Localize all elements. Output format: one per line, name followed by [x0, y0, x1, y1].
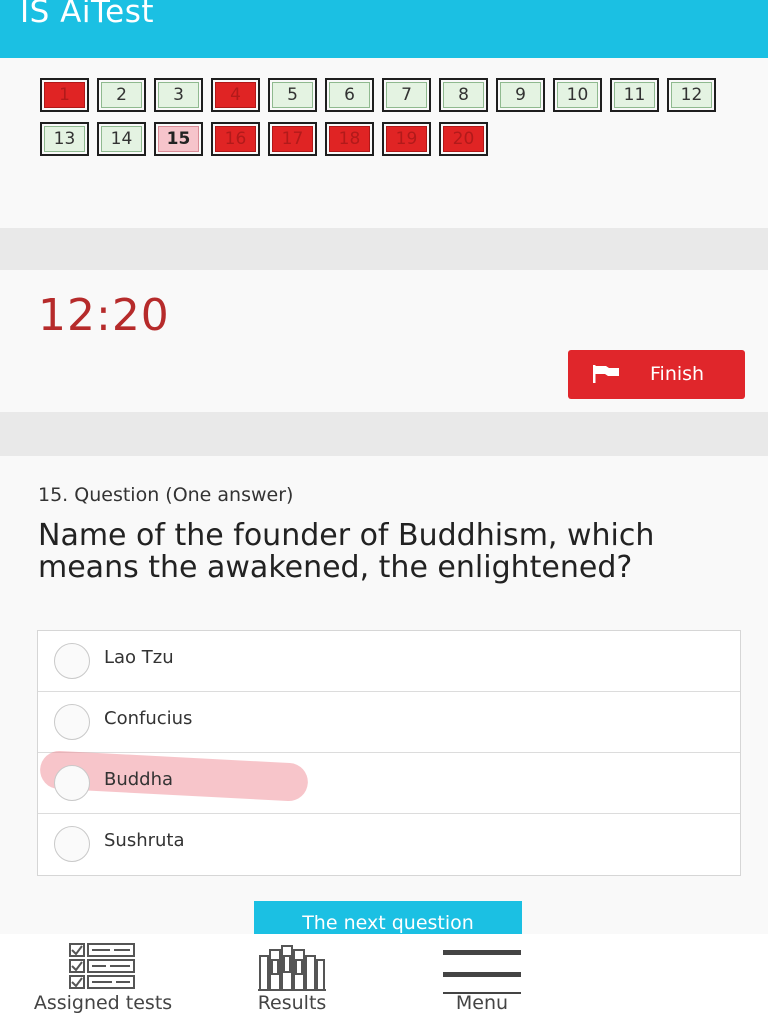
flag-icon [593, 365, 619, 383]
radio-button[interactable] [54, 765, 90, 801]
question-nav-number: 7 [386, 82, 427, 108]
question-nav-number: 19 [386, 126, 427, 152]
finish-label: Finish [650, 363, 705, 385]
radio-button[interactable] [54, 826, 90, 862]
checklist-icon [69, 943, 135, 989]
question-nav-number: 12 [671, 82, 712, 108]
answer-option[interactable]: Lao Tzu [38, 631, 740, 692]
question-nav-button[interactable]: 15 [154, 122, 203, 156]
question-nav-number: 17 [272, 126, 313, 152]
question-nav-button[interactable]: 10 [553, 78, 602, 112]
question-nav-number: 4 [215, 82, 256, 108]
nav-menu[interactable]: Menu [430, 934, 534, 1024]
question-nav-number: 8 [443, 82, 484, 108]
question-nav-number: 9 [500, 82, 541, 108]
bottom-navigation: Assigned tests Results Menu [0, 934, 768, 1024]
question-nav-number: 10 [557, 82, 598, 108]
hamburger-menu-icon [443, 950, 521, 994]
question-nav-number: 2 [101, 82, 142, 108]
question-nav-number: 11 [614, 82, 655, 108]
question-nav-button[interactable]: 20 [439, 122, 488, 156]
nav-label: Assigned tests [33, 992, 173, 1014]
question-text: Name of the founder of Buddhism, which m… [38, 518, 655, 585]
answer-option[interactable]: Buddha [38, 750, 740, 814]
question-nav-button[interactable]: 2 [97, 78, 146, 112]
question-nav-number: 20 [443, 126, 484, 152]
question-meta: 15. Question (One answer) [38, 484, 294, 506]
answer-option[interactable]: Confucius [38, 692, 740, 753]
question-nav-button[interactable]: 19 [382, 122, 431, 156]
question-nav-button[interactable]: 17 [268, 122, 317, 156]
question-nav-button[interactable]: 12 [667, 78, 716, 112]
question-nav-button[interactable]: 4 [211, 78, 260, 112]
nav-assigned-tests[interactable]: Assigned tests [10, 934, 196, 1024]
question-nav-button[interactable]: 18 [325, 122, 374, 156]
question-nav-button[interactable]: 13 [40, 122, 89, 156]
countdown-timer: 12:20 [38, 290, 170, 341]
question-navigator: 1 2 3 4 5 6 7 8 9 10 11 12 13 14 15 16 17 18 19 20 [40, 78, 740, 156]
question-nav-number: 14 [101, 126, 142, 152]
question-nav-button[interactable]: 5 [268, 78, 317, 112]
answer-option[interactable]: Sushruta [38, 814, 740, 875]
question-nav-button[interactable]: 8 [439, 78, 488, 112]
answer-label: Lao Tzu [104, 647, 174, 668]
app-title: IS AiTest [20, 0, 155, 30]
radio-button[interactable] [54, 704, 90, 740]
question-nav-number: 3 [158, 82, 199, 108]
question-nav-button[interactable]: 3 [154, 78, 203, 112]
question-nav-number: 6 [329, 82, 370, 108]
question-nav-button[interactable]: 11 [610, 78, 659, 112]
radio-button[interactable] [54, 643, 90, 679]
question-nav-number: 1 [44, 82, 85, 108]
question-nav-button[interactable]: 16 [211, 122, 260, 156]
question-nav-number: 18 [329, 126, 370, 152]
nav-results[interactable]: Results [232, 934, 352, 1024]
nav-label: Results [257, 992, 327, 1014]
question-nav-button[interactable]: 6 [325, 78, 374, 112]
answer-label: Sushruta [104, 830, 185, 851]
question-nav-number: 13 [44, 126, 85, 152]
question-navigator-panel: 1 2 3 4 5 6 7 8 9 10 11 12 13 14 15 16 17 18 19 20 [0, 58, 768, 228]
question-nav-number: 15 [158, 126, 199, 152]
answer-label: Confucius [104, 708, 193, 729]
question-nav-button[interactable]: 9 [496, 78, 545, 112]
question-nav-number: 5 [272, 82, 313, 108]
books-icon [258, 945, 326, 991]
answer-list: Lao Tzu Confucius Buddha Sushruta [37, 630, 741, 876]
timer-panel: 12:20 Finish [0, 270, 768, 412]
finish-button[interactable]: Finish [568, 350, 745, 399]
nav-label: Menu [455, 992, 509, 1014]
question-nav-number: 16 [215, 126, 256, 152]
answer-label: Buddha [104, 769, 174, 790]
question-panel: 15. Question (One answer) Name of the fo… [0, 456, 768, 946]
question-nav-button[interactable]: 1 [40, 78, 89, 112]
app-header: IS AiTest [0, 0, 768, 58]
question-nav-button[interactable]: 14 [97, 122, 146, 156]
question-nav-button[interactable]: 7 [382, 78, 431, 112]
